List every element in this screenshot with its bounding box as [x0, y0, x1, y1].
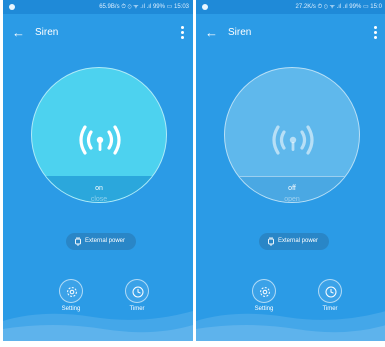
arrow-left-icon[interactable]: ←	[205, 25, 218, 41]
more-vertical-icon[interactable]	[374, 26, 378, 40]
external-power-label: External power	[278, 238, 319, 244]
more-vertical-icon[interactable]	[181, 26, 185, 40]
siren-toggle-circle[interactable]: off open	[224, 67, 360, 203]
decorative-wave	[3, 311, 193, 341]
siren-screen-on: 65.9B/s ⏱ ⊙ ᯤ .ıl .ıl 99% ▭ 15:03 ← Sire…	[3, 0, 193, 341]
open-action-label[interactable]: open	[225, 196, 359, 202]
page-title: Siren	[35, 27, 59, 38]
external-power-button[interactable]: External power	[66, 233, 136, 250]
decorative-wave	[196, 311, 385, 341]
notification-dot-icon	[202, 4, 208, 10]
plug-icon	[268, 237, 274, 246]
status-bar: 27.2K/s ⏱ ⊙ ᯤ .ıl .ıl 99% ▭ 15:0	[196, 0, 385, 14]
siren-toggle-circle[interactable]: on close	[31, 67, 167, 203]
status-bar: 65.9B/s ⏱ ⊙ ᯤ .ıl .ıl 99% ▭ 15:03	[3, 0, 193, 14]
siren-waves-icon	[272, 125, 314, 155]
plug-icon	[75, 237, 81, 246]
siren-waves-icon	[79, 125, 121, 155]
status-text: 65.9B/s ⏱ ⊙ ᯤ .ıl .ıl 99% ▭ 15:03	[99, 4, 189, 10]
status-text: 27.2K/s ⏱ ⊙ ᯤ .ıl .ıl 99% ▭ 15:0	[295, 4, 382, 10]
arrow-left-icon[interactable]: ←	[12, 25, 25, 41]
state-label: off	[288, 185, 296, 192]
notification-dot-icon	[9, 4, 15, 10]
close-action-label[interactable]: close	[32, 196, 166, 202]
app-bar: ← Siren	[196, 22, 385, 46]
state-label: on	[95, 185, 103, 192]
external-power-button[interactable]: External power	[259, 233, 329, 250]
app-bar: ← Siren	[3, 22, 193, 46]
screenshot-stage: 65.9B/s ⏱ ⊙ ᯤ .ıl .ıl 99% ▭ 15:03 ← Sire…	[0, 0, 385, 347]
page-title: Siren	[228, 27, 252, 38]
siren-screen-off: 27.2K/s ⏱ ⊙ ᯤ .ıl .ıl 99% ▭ 15:0 ← Siren…	[196, 0, 385, 341]
external-power-label: External power	[85, 238, 126, 244]
